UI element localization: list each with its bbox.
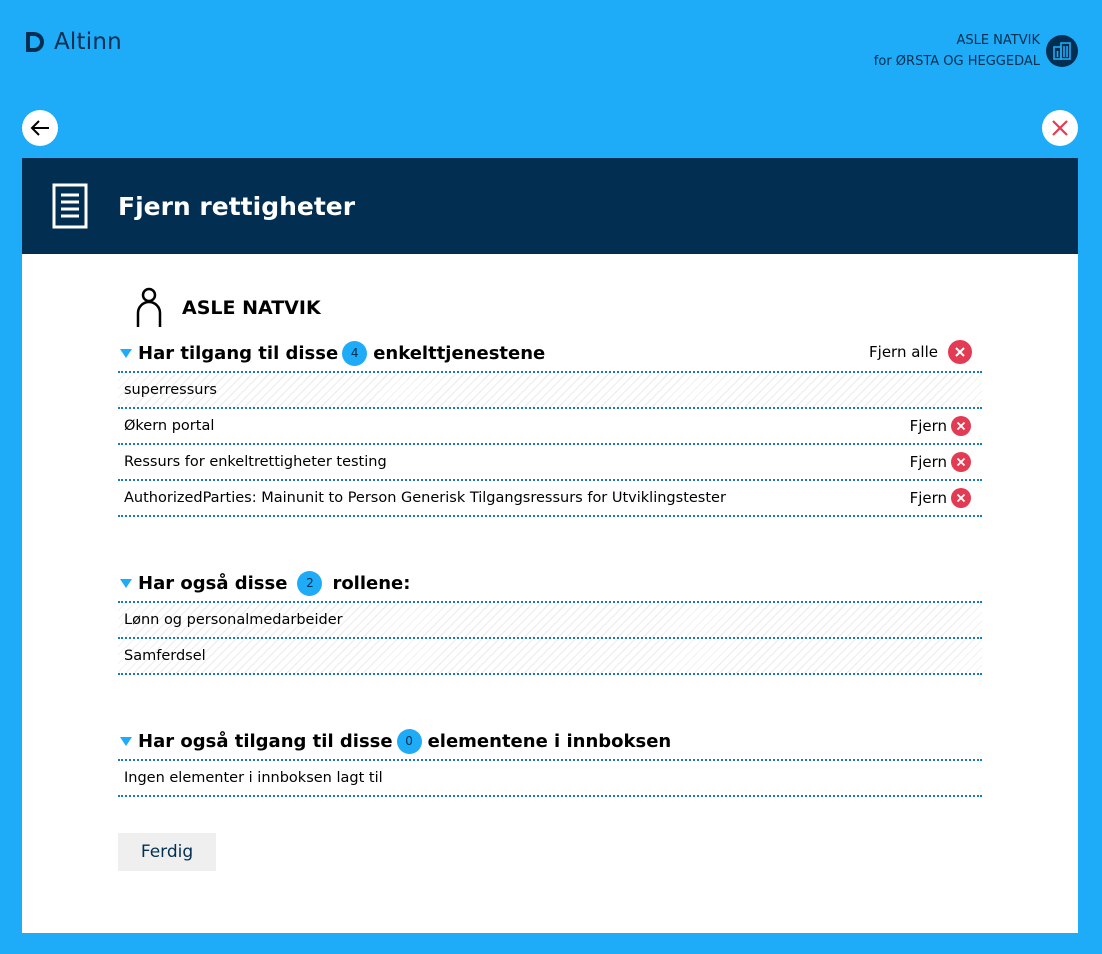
role-name: Lønn og personalmedarbeider	[124, 612, 343, 628]
person-icon	[136, 287, 162, 327]
collapse-triangle-icon[interactable]	[120, 578, 132, 588]
service-name: superressurs	[124, 382, 217, 398]
list-item: AuthorizedParties: Mainunit to Person Ge…	[118, 481, 982, 517]
services-section: Har tilgang til disse 4 enkelttjenestene…	[118, 335, 982, 517]
back-button[interactable]	[22, 110, 58, 146]
remove-button[interactable]: Fjern	[910, 416, 971, 436]
remove-icon	[951, 488, 971, 508]
building-icon	[1053, 42, 1071, 60]
inbox-title-end: elementene i innboksen	[427, 730, 672, 752]
list-item: Ressurs for enkeltrettigheter testing Fj…	[118, 445, 982, 481]
remove-icon	[951, 452, 971, 472]
logo-text: Altinn	[54, 29, 122, 55]
remove-button[interactable]: Fjern	[910, 488, 971, 508]
profile-menu[interactable]: ASLE NATVIK for ØRSTA OG HEGGEDAL	[874, 30, 1078, 72]
remove-label: Fjern	[909, 417, 947, 435]
close-button[interactable]	[1042, 110, 1078, 146]
services-title-end: enkelttjenestene	[373, 342, 546, 364]
list-item: Ingen elementer i innboksen lagt til	[118, 761, 982, 797]
inbox-section-header[interactable]: Har også tilgang til disse 0 elementene …	[118, 723, 982, 759]
user-organization: for ØRSTA OG HEGGEDAL	[873, 54, 1040, 69]
person-header: ASLE NATVIK	[134, 286, 982, 330]
roles-section: Har også disse 2 rollene: Lønn og person…	[118, 565, 982, 675]
close-icon	[1052, 120, 1068, 136]
person-name: ASLE NATVIK	[182, 297, 321, 319]
inbox-title-start: Har også tilgang til disse	[138, 730, 393, 752]
service-name: AuthorizedParties: Mainunit to Person Ge…	[124, 490, 726, 506]
services-section-header[interactable]: Har tilgang til disse 4 enkelttjenestene…	[118, 335, 982, 371]
panel-header: Fjern rettigheter	[22, 158, 1078, 254]
remove-label: Fjern	[909, 453, 947, 471]
remove-button[interactable]: Fjern	[910, 452, 971, 472]
roles-section-header[interactable]: Har også disse 2 rollene:	[118, 565, 982, 601]
panel-content: ASLE NATVIK Har tilgang til disse 4 enke…	[118, 286, 982, 871]
main-panel: Fjern rettigheter ASLE NATVIK Har tilgan…	[22, 158, 1078, 933]
roles-list: Lønn og personalmedarbeider Samferdsel	[118, 601, 982, 675]
remove-label: Fjern	[909, 489, 947, 507]
list-item: Økern portal Fjern	[118, 409, 982, 445]
top-bar: Altinn ASLE NATVIK for ØRSTA OG HEGGEDAL	[0, 0, 1102, 100]
role-name: Samferdsel	[124, 648, 206, 664]
roles-title-end: rollene:	[332, 572, 411, 594]
inbox-list: Ingen elementer i innboksen lagt til	[118, 759, 982, 797]
roles-title-start: Har også disse	[138, 572, 288, 594]
services-count-badge: 4	[342, 340, 368, 366]
remove-all-button[interactable]: Fjern alle	[869, 340, 972, 364]
list-item: superressurs	[118, 373, 982, 409]
inbox-count-badge: 0	[396, 728, 422, 754]
remove-icon	[948, 340, 972, 364]
services-list: superressurs Økern portal Fjern Ressurs …	[118, 371, 982, 517]
roles-count-badge: 2	[297, 570, 323, 596]
avatar[interactable]	[1046, 35, 1078, 67]
altinn-logo-icon	[26, 32, 44, 52]
service-name: Økern portal	[124, 418, 215, 434]
list-item: Samferdsel	[118, 639, 982, 675]
finish-button[interactable]: Ferdig	[118, 833, 216, 871]
remove-all-label: Fjern alle	[869, 343, 938, 361]
service-name: Ressurs for enkeltrettigheter testing	[124, 454, 387, 470]
list-item: Lønn og personalmedarbeider	[118, 603, 982, 639]
user-name: ASLE NATVIK	[956, 33, 1040, 48]
page-title: Fjern rettigheter	[118, 191, 356, 221]
document-icon	[52, 183, 88, 229]
altinn-logo[interactable]: Altinn	[22, 29, 122, 55]
services-title-start: Har tilgang til disse	[138, 342, 339, 364]
collapse-triangle-icon[interactable]	[120, 736, 132, 746]
arrow-left-icon	[30, 120, 49, 136]
collapse-triangle-icon[interactable]	[120, 348, 132, 358]
inbox-empty-text: Ingen elementer i innboksen lagt til	[124, 770, 383, 786]
inbox-section: Har også tilgang til disse 0 elementene …	[118, 723, 982, 797]
remove-icon	[951, 416, 971, 436]
